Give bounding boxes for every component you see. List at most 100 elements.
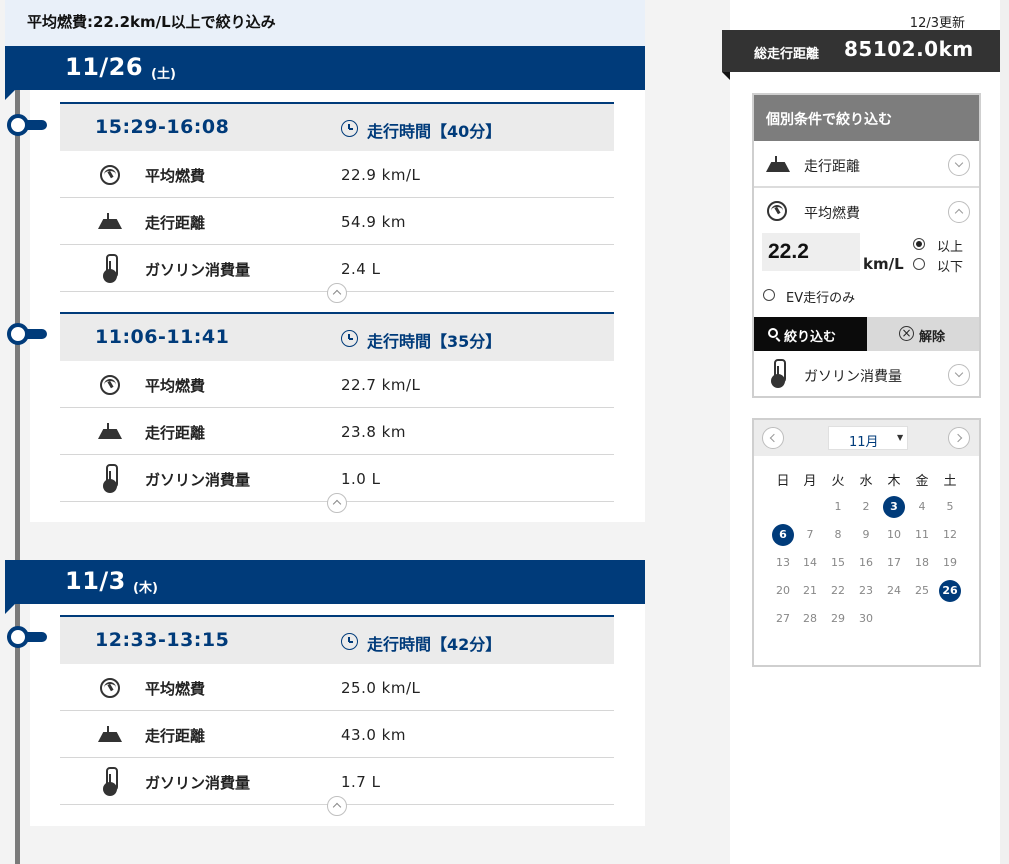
timeline-node — [7, 626, 49, 648]
row-label: 平均燃費 — [145, 680, 206, 698]
row-value: 1.7 L — [341, 773, 381, 791]
weekday-label: (木) — [133, 581, 158, 596]
ribbon-fold — [722, 72, 730, 80]
ev-only-label: EV走行のみ — [786, 291, 856, 306]
calendar-day[interactable]: 6 — [772, 524, 794, 546]
trip-header[interactable]: 15:29-16:08 走行時間【40分】 — [60, 102, 614, 151]
calendar: 11月 ▼ 日月火水木金土 1 2 3 4 5 6 7 8 9 10 11 12 13 14 15 16 17 18… — [752, 418, 981, 667]
fuel-gauge-icon — [767, 201, 787, 221]
above-radio[interactable] — [913, 238, 925, 250]
trip-row-distance: 走行距離 43.0 km — [60, 711, 614, 758]
last-updated: 12/3更新 — [909, 16, 965, 31]
date-header-notch — [5, 604, 15, 614]
month-select[interactable]: 11月 ▼ — [828, 426, 908, 450]
trip-row-fuel-efficiency: 平均燃費 22.9 km/L — [60, 151, 614, 198]
expand-distance-button[interactable] — [948, 154, 970, 176]
calendar-day: 27 — [776, 612, 790, 625]
calendar-day: 19 — [943, 556, 957, 569]
calendar-day: 7 — [806, 528, 814, 541]
trip-duration: 走行時間【40分】 — [367, 122, 502, 141]
calendar-day: 13 — [776, 556, 790, 569]
thermometer-icon — [102, 767, 118, 796]
ev-only-radio[interactable] — [763, 289, 775, 301]
road-icon — [98, 726, 122, 742]
calendar-day: 25 — [915, 584, 929, 597]
search-icon — [768, 328, 778, 338]
calendar-day: 28 — [803, 612, 817, 625]
row-label: 平均燃費 — [145, 167, 206, 185]
weekday-header: 水 — [859, 474, 873, 489]
weekday-label: (土) — [151, 67, 176, 82]
row-value: 54.9 km — [341, 213, 406, 231]
filter-distance-row[interactable]: 走行距離 — [754, 141, 979, 188]
clear-filter-button[interactable]: × 解除 — [867, 317, 979, 351]
calendar-day: 11 — [915, 528, 929, 541]
fuel-gauge-icon — [100, 165, 120, 185]
fuel-unit-label: km/L — [863, 255, 904, 273]
thermometer-icon — [102, 464, 118, 493]
trip-header[interactable]: 11:06-11:41 走行時間【35分】 — [60, 312, 614, 361]
trip-row-distance: 走行距離 54.9 km — [60, 198, 614, 245]
thermometer-icon — [102, 254, 118, 283]
calendar-day: 14 — [803, 556, 817, 569]
fuel-efficiency-input[interactable] — [762, 233, 860, 271]
calendar-day[interactable]: 3 — [883, 496, 905, 518]
road-icon — [98, 213, 122, 229]
expand-gas-button[interactable] — [948, 364, 970, 386]
filter-distance-label: 走行距離 — [804, 159, 860, 175]
collapse-button[interactable] — [327, 796, 347, 816]
apply-filter-button[interactable]: 絞り込む — [754, 317, 867, 351]
calendar-day: 22 — [831, 584, 845, 597]
next-month-button[interactable] — [948, 427, 970, 449]
prev-month-button[interactable] — [762, 427, 784, 449]
chevron-down-icon: ▼ — [897, 433, 904, 442]
below-label: 以下 — [937, 260, 964, 275]
trip-header[interactable]: 12:33-13:15 走行時間【42分】 — [60, 615, 614, 664]
filter-gas-label: ガソリン消費量 — [804, 369, 902, 385]
calendar-day: 23 — [859, 584, 873, 597]
road-icon — [766, 156, 790, 172]
calendar-day: 21 — [803, 584, 817, 597]
clear-icon: × — [899, 326, 914, 341]
weekday-header: 火 — [831, 474, 845, 489]
calendar-day[interactable]: 26 — [939, 580, 961, 602]
collapse-button[interactable] — [327, 493, 347, 513]
date-label: 11/26 — [65, 53, 144, 81]
filter-gas-row[interactable]: ガソリン消費量 — [754, 351, 979, 398]
calendar-header: 11月 ▼ — [754, 420, 979, 456]
date-label: 11/3 — [65, 567, 126, 595]
calendar-day: 17 — [887, 556, 901, 569]
clear-filter-label: 解除 — [919, 330, 946, 345]
calendar-day: 30 — [859, 612, 873, 625]
total-distance-value: 85102.0km — [844, 37, 974, 61]
below-radio[interactable] — [913, 258, 925, 270]
row-value: 1.0 L — [341, 470, 381, 488]
calendar-day: 4 — [918, 500, 926, 513]
row-label: 走行距離 — [145, 424, 206, 442]
calendar-day: 10 — [887, 528, 901, 541]
collapse-button[interactable] — [327, 283, 347, 303]
row-label: 平均燃費 — [145, 377, 206, 395]
row-value: 2.4 L — [341, 260, 381, 278]
clock-icon — [341, 330, 358, 347]
calendar-day: 5 — [946, 500, 954, 513]
collapse-fuel-button[interactable] — [948, 201, 970, 223]
drive-log-area: 平均燃費:22.2km/L以上で絞り込み 11/26 (土) 15:29-16:… — [0, 0, 730, 864]
row-value: 43.0 km — [341, 726, 406, 744]
calendar-day: 2 — [862, 500, 870, 513]
calendar-day: 12 — [943, 528, 957, 541]
weekday-header: 木 — [887, 474, 901, 489]
calendar-day: 24 — [887, 584, 901, 597]
row-value: 23.8 km — [341, 423, 406, 441]
trip-row-distance: 走行距離 23.8 km — [60, 408, 614, 455]
clock-icon — [341, 120, 358, 137]
timeline-node — [7, 323, 49, 345]
road-icon — [98, 423, 122, 439]
weekday-header: 月 — [803, 474, 817, 489]
trip-time-range: 12:33-13:15 — [95, 629, 230, 651]
row-label: ガソリン消費量 — [145, 471, 251, 489]
calendar-day: 9 — [862, 528, 870, 541]
fuel-gauge-icon — [100, 375, 120, 395]
date-header: 11/26 (土) — [5, 46, 645, 90]
calendar-day: 16 — [859, 556, 873, 569]
